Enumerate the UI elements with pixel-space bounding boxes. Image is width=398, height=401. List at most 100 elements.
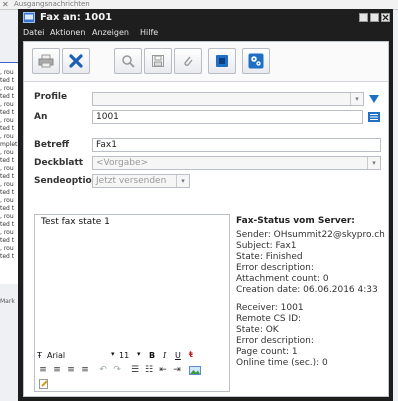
cover-sheet-value: <Vorgabe> bbox=[96, 158, 149, 168]
status-line: State: OK bbox=[236, 325, 279, 335]
message-editor[interactable]: Test fax state 1 Ŧ Arial ▾ 11 ▾ B I U ŧ … bbox=[34, 214, 230, 392]
list-item[interactable]: , rou bbox=[0, 85, 18, 92]
fax-app-icon bbox=[23, 12, 35, 23]
close-icon bbox=[382, 14, 389, 21]
profile-label: Profile bbox=[34, 92, 68, 102]
status-line: Online time (sec.): 0 bbox=[236, 358, 328, 368]
list-item[interactable]: , rou bbox=[0, 229, 18, 236]
background-footer: Mark bbox=[0, 298, 15, 305]
strikethrough-icon[interactable]: ŧ bbox=[189, 350, 193, 359]
list-item[interactable]: mplet bbox=[0, 141, 18, 148]
menu-datei[interactable]: Datei bbox=[23, 28, 44, 37]
list-item[interactable]: , rou bbox=[0, 245, 18, 252]
list-item[interactable]: ted t bbox=[0, 173, 18, 180]
list-item[interactable]: , rou bbox=[0, 133, 18, 140]
underline-icon[interactable]: U bbox=[175, 351, 181, 360]
chevron-down-icon[interactable]: ▾ bbox=[137, 350, 141, 358]
align-left-icon[interactable]: ≡ bbox=[37, 365, 49, 375]
redo-icon[interactable]: ↷ bbox=[111, 365, 123, 375]
send-options-select[interactable]: Jetzt versenden ▾ bbox=[92, 174, 190, 188]
settings-button[interactable] bbox=[242, 48, 270, 74]
list-item[interactable]: , rou bbox=[0, 213, 18, 220]
list-item[interactable]: ted t bbox=[0, 125, 18, 132]
align-center-icon[interactable]: ≡ bbox=[51, 365, 63, 375]
delete-icon bbox=[69, 54, 83, 68]
menu-anzeigen[interactable]: Anzeigen bbox=[92, 28, 129, 37]
status-line: Sender: OHsummit22@skypro.ch bbox=[236, 230, 385, 240]
filter-icon[interactable] bbox=[368, 94, 380, 104]
justify-icon[interactable]: ≡ bbox=[79, 365, 91, 375]
list-item[interactable]: , rou bbox=[0, 101, 18, 108]
chevron-down-icon: ▾ bbox=[176, 175, 189, 187]
cover-label: Deckblatt bbox=[34, 158, 84, 168]
align-right-icon[interactable]: ≡ bbox=[65, 365, 77, 375]
message-body[interactable]: Test fax state 1 bbox=[41, 217, 110, 227]
dialog-content: Profile ▾ An 1001 Betreff Fax1 Deckblatt… bbox=[23, 41, 389, 397]
list-item[interactable]: , rou bbox=[0, 165, 18, 172]
font-icon: Ŧ bbox=[37, 351, 42, 360]
toolbar bbox=[24, 42, 388, 82]
list-item[interactable]: ted t bbox=[0, 93, 18, 100]
print-icon bbox=[38, 54, 54, 68]
list-item[interactable]: ted t bbox=[0, 109, 18, 116]
list-item[interactable]: , rou bbox=[0, 117, 18, 124]
fax-status-panel: Fax-Status vom Server: Sender: OHsummit2… bbox=[236, 216, 386, 369]
chevron-down-icon[interactable]: ▾ bbox=[111, 350, 115, 358]
menu-hilfe[interactable]: Hilfe bbox=[140, 28, 158, 37]
close-button[interactable] bbox=[381, 13, 390, 22]
list-item[interactable]: ted t bbox=[0, 205, 18, 212]
save-button[interactable] bbox=[144, 48, 172, 74]
italic-icon[interactable]: I bbox=[163, 351, 166, 360]
list-item[interactable]: ted t bbox=[0, 157, 18, 164]
list-item[interactable] bbox=[0, 261, 18, 268]
status-line: Remote CS ID: bbox=[236, 314, 302, 324]
cover-sheet-select[interactable]: <Vorgabe> ▾ bbox=[92, 156, 381, 170]
status-line: Error description: bbox=[236, 336, 314, 346]
status-line: State: Finished bbox=[236, 252, 303, 262]
status-line: Receiver: 1001 bbox=[236, 303, 304, 313]
list-item[interactable]: , rou bbox=[0, 197, 18, 204]
numbered-list-icon[interactable]: ☷ bbox=[143, 365, 155, 375]
edit-note-icon[interactable] bbox=[39, 379, 49, 389]
status-line: Creation date: 06.06.2016 4:33 bbox=[236, 285, 378, 295]
font-family-select[interactable]: Arial bbox=[47, 351, 107, 360]
insert-image-icon[interactable] bbox=[189, 366, 201, 375]
list-item[interactable]: ted t bbox=[0, 189, 18, 196]
attach-button[interactable] bbox=[174, 48, 202, 74]
list-item[interactable]: ted t bbox=[0, 77, 18, 84]
list-item[interactable] bbox=[0, 269, 18, 276]
bullet-list-icon[interactable]: ☰ bbox=[129, 365, 141, 375]
list-item[interactable]: , rou bbox=[0, 181, 18, 188]
menu-aktionen[interactable]: Aktionen bbox=[50, 28, 85, 37]
fax-dialog: Fax an: 1001 Datei Aktionen Anzeigen Hil… bbox=[18, 9, 393, 401]
delete-button[interactable] bbox=[62, 48, 90, 74]
contact-list-icon[interactable] bbox=[368, 112, 380, 122]
title-bar[interactable]: Fax an: 1001 bbox=[18, 9, 393, 27]
list-item[interactable]: ted t bbox=[0, 221, 18, 228]
font-size-select[interactable]: 11 bbox=[119, 351, 129, 360]
list-item[interactable]: , rou bbox=[0, 69, 18, 76]
list-item[interactable]: ted t bbox=[0, 237, 18, 244]
attachment-icon bbox=[184, 56, 193, 66]
save-icon bbox=[152, 55, 164, 67]
recipient-field[interactable]: 1001 bbox=[92, 110, 363, 124]
maximize-button[interactable] bbox=[370, 13, 379, 22]
search-button[interactable] bbox=[114, 48, 142, 74]
list-item[interactable]: , rou bbox=[0, 149, 18, 156]
recipient-value: 1001 bbox=[96, 112, 119, 122]
window-title: Fax an: 1001 bbox=[40, 12, 113, 23]
print-button[interactable] bbox=[32, 48, 60, 74]
status-heading: Fax-Status vom Server: bbox=[236, 216, 355, 226]
indent-icon[interactable]: ⇥ bbox=[171, 365, 183, 375]
list-item[interactable]: ted t bbox=[0, 253, 18, 260]
address-book-button[interactable] bbox=[208, 48, 236, 74]
bold-icon[interactable]: B bbox=[149, 351, 155, 360]
outdent-icon[interactable]: ⇤ bbox=[157, 365, 169, 375]
minimize-button[interactable] bbox=[359, 13, 368, 22]
close-icon[interactable]: ✕ bbox=[2, 0, 9, 9]
menu-bar: Datei Aktionen Anzeigen Hilfe bbox=[18, 27, 393, 39]
profile-select[interactable]: ▾ bbox=[92, 92, 364, 106]
subject-field[interactable]: Fax1 bbox=[92, 138, 381, 152]
undo-icon[interactable]: ↶ bbox=[97, 365, 109, 375]
to-label: An bbox=[34, 112, 48, 122]
